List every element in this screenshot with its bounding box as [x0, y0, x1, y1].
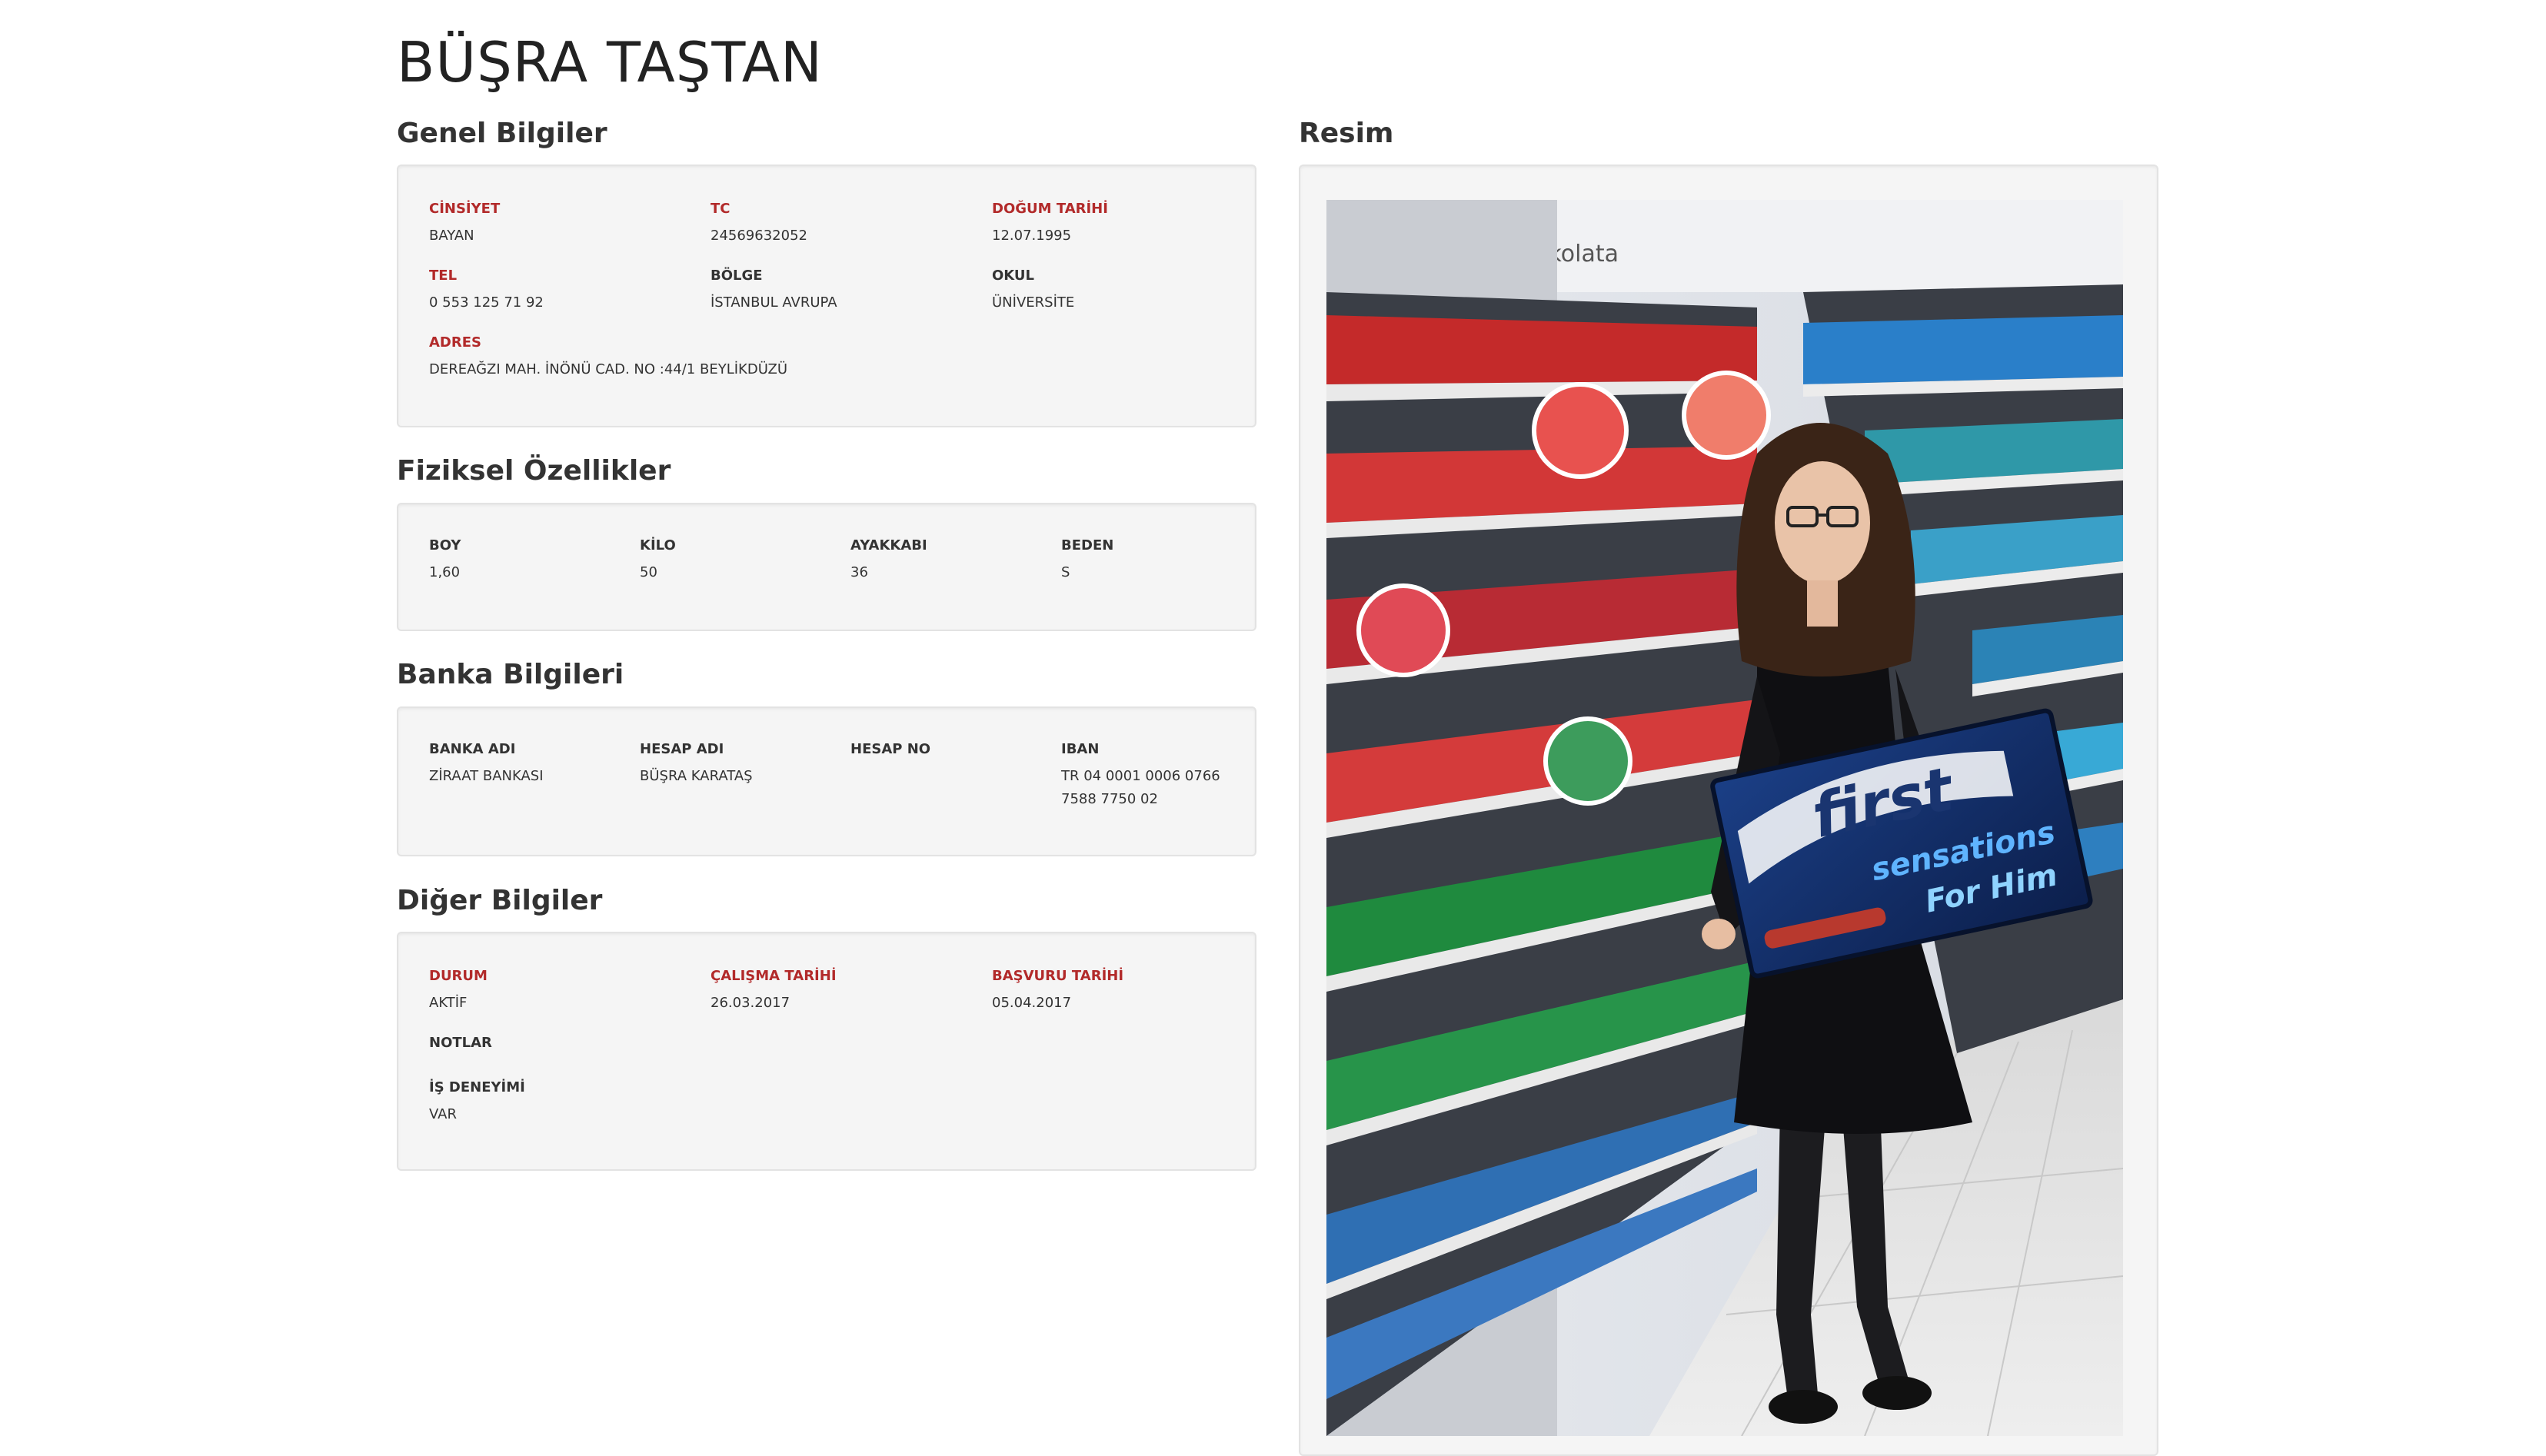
field-value: 36	[850, 564, 868, 580]
field-value: ZİRAAT BANKASI	[429, 768, 544, 784]
field-is-deneyimi: İŞ DENEYİMİ VAR	[429, 1079, 525, 1126]
field-bolge: BÖLGE İSTANBUL AVRUPA	[711, 267, 837, 314]
profile-photo: bisküvi, çikolata	[1326, 200, 2123, 1436]
field-label: TC	[711, 201, 731, 217]
field-label: OKUL	[992, 268, 1035, 284]
field-durum: DURUM AKTİF	[429, 967, 488, 1015]
field-label: CİNSİYET	[429, 201, 501, 217]
bank-info-panel: BANKA ADI ZİRAAT BANKASI HESAP ADI BÜŞRA…	[397, 706, 1256, 856]
other-info-panel: DURUM AKTİF ÇALIŞMA TARİHİ 26.03.2017 BA…	[397, 932, 1256, 1171]
page-title: BÜŞRA TAŞTAN	[397, 30, 823, 95]
field-okul: OKUL ÜNİVERSİTE	[992, 267, 1074, 314]
field-value: TR 04 0001 0006 0766 7588 7750 02	[1061, 768, 1220, 807]
field-label: ÇALIŞMA TARİHİ	[711, 968, 837, 984]
field-label: DURUM	[429, 968, 488, 984]
field-banka-adi: BANKA ADI ZİRAAT BANKASI	[429, 740, 544, 788]
section-title-other: Diğer Bilgiler	[397, 885, 603, 916]
field-value: S	[1061, 564, 1070, 580]
section-title-general: Genel Bilgiler	[397, 118, 607, 149]
field-basvuru-tarihi: BAŞVURU TARİHİ 05.04.2017	[992, 967, 1123, 1015]
field-adres: ADRES DEREAĞZI MAH. İNÖNÜ CAD. NO :44/1 …	[429, 334, 787, 381]
field-iban: IBAN TR 04 0001 0006 0766 7588 7750 02	[1061, 740, 1253, 811]
field-calisma-tarihi: ÇALIŞMA TARİHİ 26.03.2017	[711, 967, 837, 1015]
field-value: 24569632052	[711, 228, 807, 244]
field-notlar: NOTLAR	[429, 1034, 492, 1059]
field-value: VAR	[429, 1106, 457, 1122]
field-label: NOTLAR	[429, 1035, 492, 1051]
field-label: BAŞVURU TARİHİ	[992, 968, 1124, 984]
field-label: KİLO	[640, 537, 676, 553]
field-value: 0 553 125 71 92	[429, 294, 544, 311]
field-label: IBAN	[1061, 741, 1100, 757]
field-label: BANKA ADI	[429, 741, 516, 757]
field-value: 05.04.2017	[992, 995, 1072, 1011]
section-title-bank: Banka Bilgileri	[397, 659, 624, 690]
field-value: 50	[640, 564, 657, 580]
field-label: TEL	[429, 268, 458, 284]
field-label: DOĞUM TARİHİ	[992, 201, 1108, 217]
field-value: 26.03.2017	[711, 995, 790, 1011]
field-value: AKTİF	[429, 995, 468, 1011]
field-hesap-no: HESAP NO	[850, 740, 930, 765]
field-label: BOY	[429, 537, 461, 553]
section-title-physical: Fiziksel Özellikler	[397, 455, 671, 487]
physical-info-panel: BOY 1,60 KİLO 50 AYAKKABI 36 BEDEN S	[397, 503, 1256, 631]
field-value: ÜNİVERSİTE	[992, 294, 1075, 311]
field-hesap-adi: HESAP ADI BÜŞRA KARATAŞ	[640, 740, 753, 788]
field-dogum-tarihi: DOĞUM TARİHİ 12.07.1995	[992, 200, 1108, 248]
field-cinsiyet: CİNSİYET BAYAN	[429, 200, 500, 248]
field-value: BÜŞRA KARATAŞ	[640, 768, 753, 784]
field-beden: BEDEN S	[1061, 537, 1113, 584]
field-value: İSTANBUL AVRUPA	[711, 294, 837, 311]
field-label: İŞ DENEYİMİ	[429, 1079, 525, 1095]
field-value: DEREAĞZI MAH. İNÖNÜ CAD. NO :44/1 BEYLİK…	[429, 361, 788, 377]
general-info-panel: CİNSİYET BAYAN TC 24569632052 DOĞUM TARİ…	[397, 165, 1256, 427]
field-value: BAYAN	[429, 228, 474, 244]
field-label: BÖLGE	[711, 268, 763, 284]
field-ayakkabi: AYAKKABI 36	[850, 537, 927, 584]
field-label: HESAP NO	[850, 741, 931, 757]
field-label: BEDEN	[1061, 537, 1114, 553]
field-label: ADRES	[429, 334, 481, 351]
field-value: 12.07.1995	[992, 228, 1072, 244]
section-title-photo: Resim	[1299, 118, 1394, 149]
field-tc: TC 24569632052	[711, 200, 807, 248]
field-boy: BOY 1,60	[429, 537, 461, 584]
field-label: HESAP ADI	[640, 741, 724, 757]
field-label: AYAKKABI	[850, 537, 927, 553]
field-tel: TEL 0 553 125 71 92	[429, 267, 544, 314]
field-kilo: KİLO 50	[640, 537, 676, 584]
field-value: 1,60	[429, 564, 461, 580]
